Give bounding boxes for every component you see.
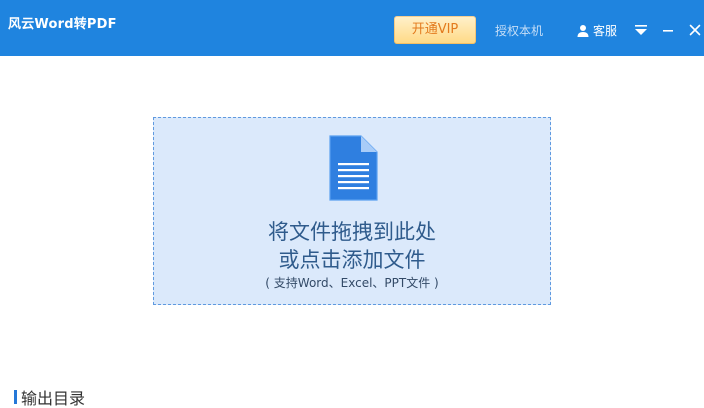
app-window: 风云Word转PDF 开通VIP 授权本机 客服 将文件拖拽到此处 或点击添加文… <box>0 0 704 408</box>
supported-formats-hint: ( 支持Word、Excel、PPT文件 ) <box>265 276 439 290</box>
output-directory-header: 输出目录 <box>14 390 85 408</box>
customer-service-label: 客服 <box>593 23 618 38</box>
menu-button[interactable] <box>632 20 650 40</box>
close-icon <box>689 21 701 40</box>
close-button[interactable] <box>686 20 704 40</box>
drop-instruction: 将文件拖拽到此处 <box>268 220 436 244</box>
customer-service-button[interactable]: 客服 <box>576 21 617 39</box>
open-vip-button[interactable]: 开通VIP <box>394 16 476 44</box>
document-icon <box>327 134 379 202</box>
title-bar[interactable]: 风云Word转PDF 开通VIP 授权本机 客服 <box>0 0 704 56</box>
authorize-device-button[interactable]: 授权本机 <box>495 22 543 39</box>
output-directory-label: 输出目录 <box>21 389 86 408</box>
triangle-down-icon <box>634 21 648 40</box>
user-icon <box>576 23 590 37</box>
minimize-button[interactable] <box>659 20 677 40</box>
app-title: 风云Word转PDF <box>8 17 117 32</box>
section-accent-bar <box>14 390 17 404</box>
minimize-icon <box>662 21 674 40</box>
click-add-instruction: 或点击添加文件 <box>278 248 426 272</box>
file-drop-zone[interactable]: 将文件拖拽到此处 或点击添加文件 ( 支持Word、Excel、PPT文件 ) <box>153 117 551 305</box>
